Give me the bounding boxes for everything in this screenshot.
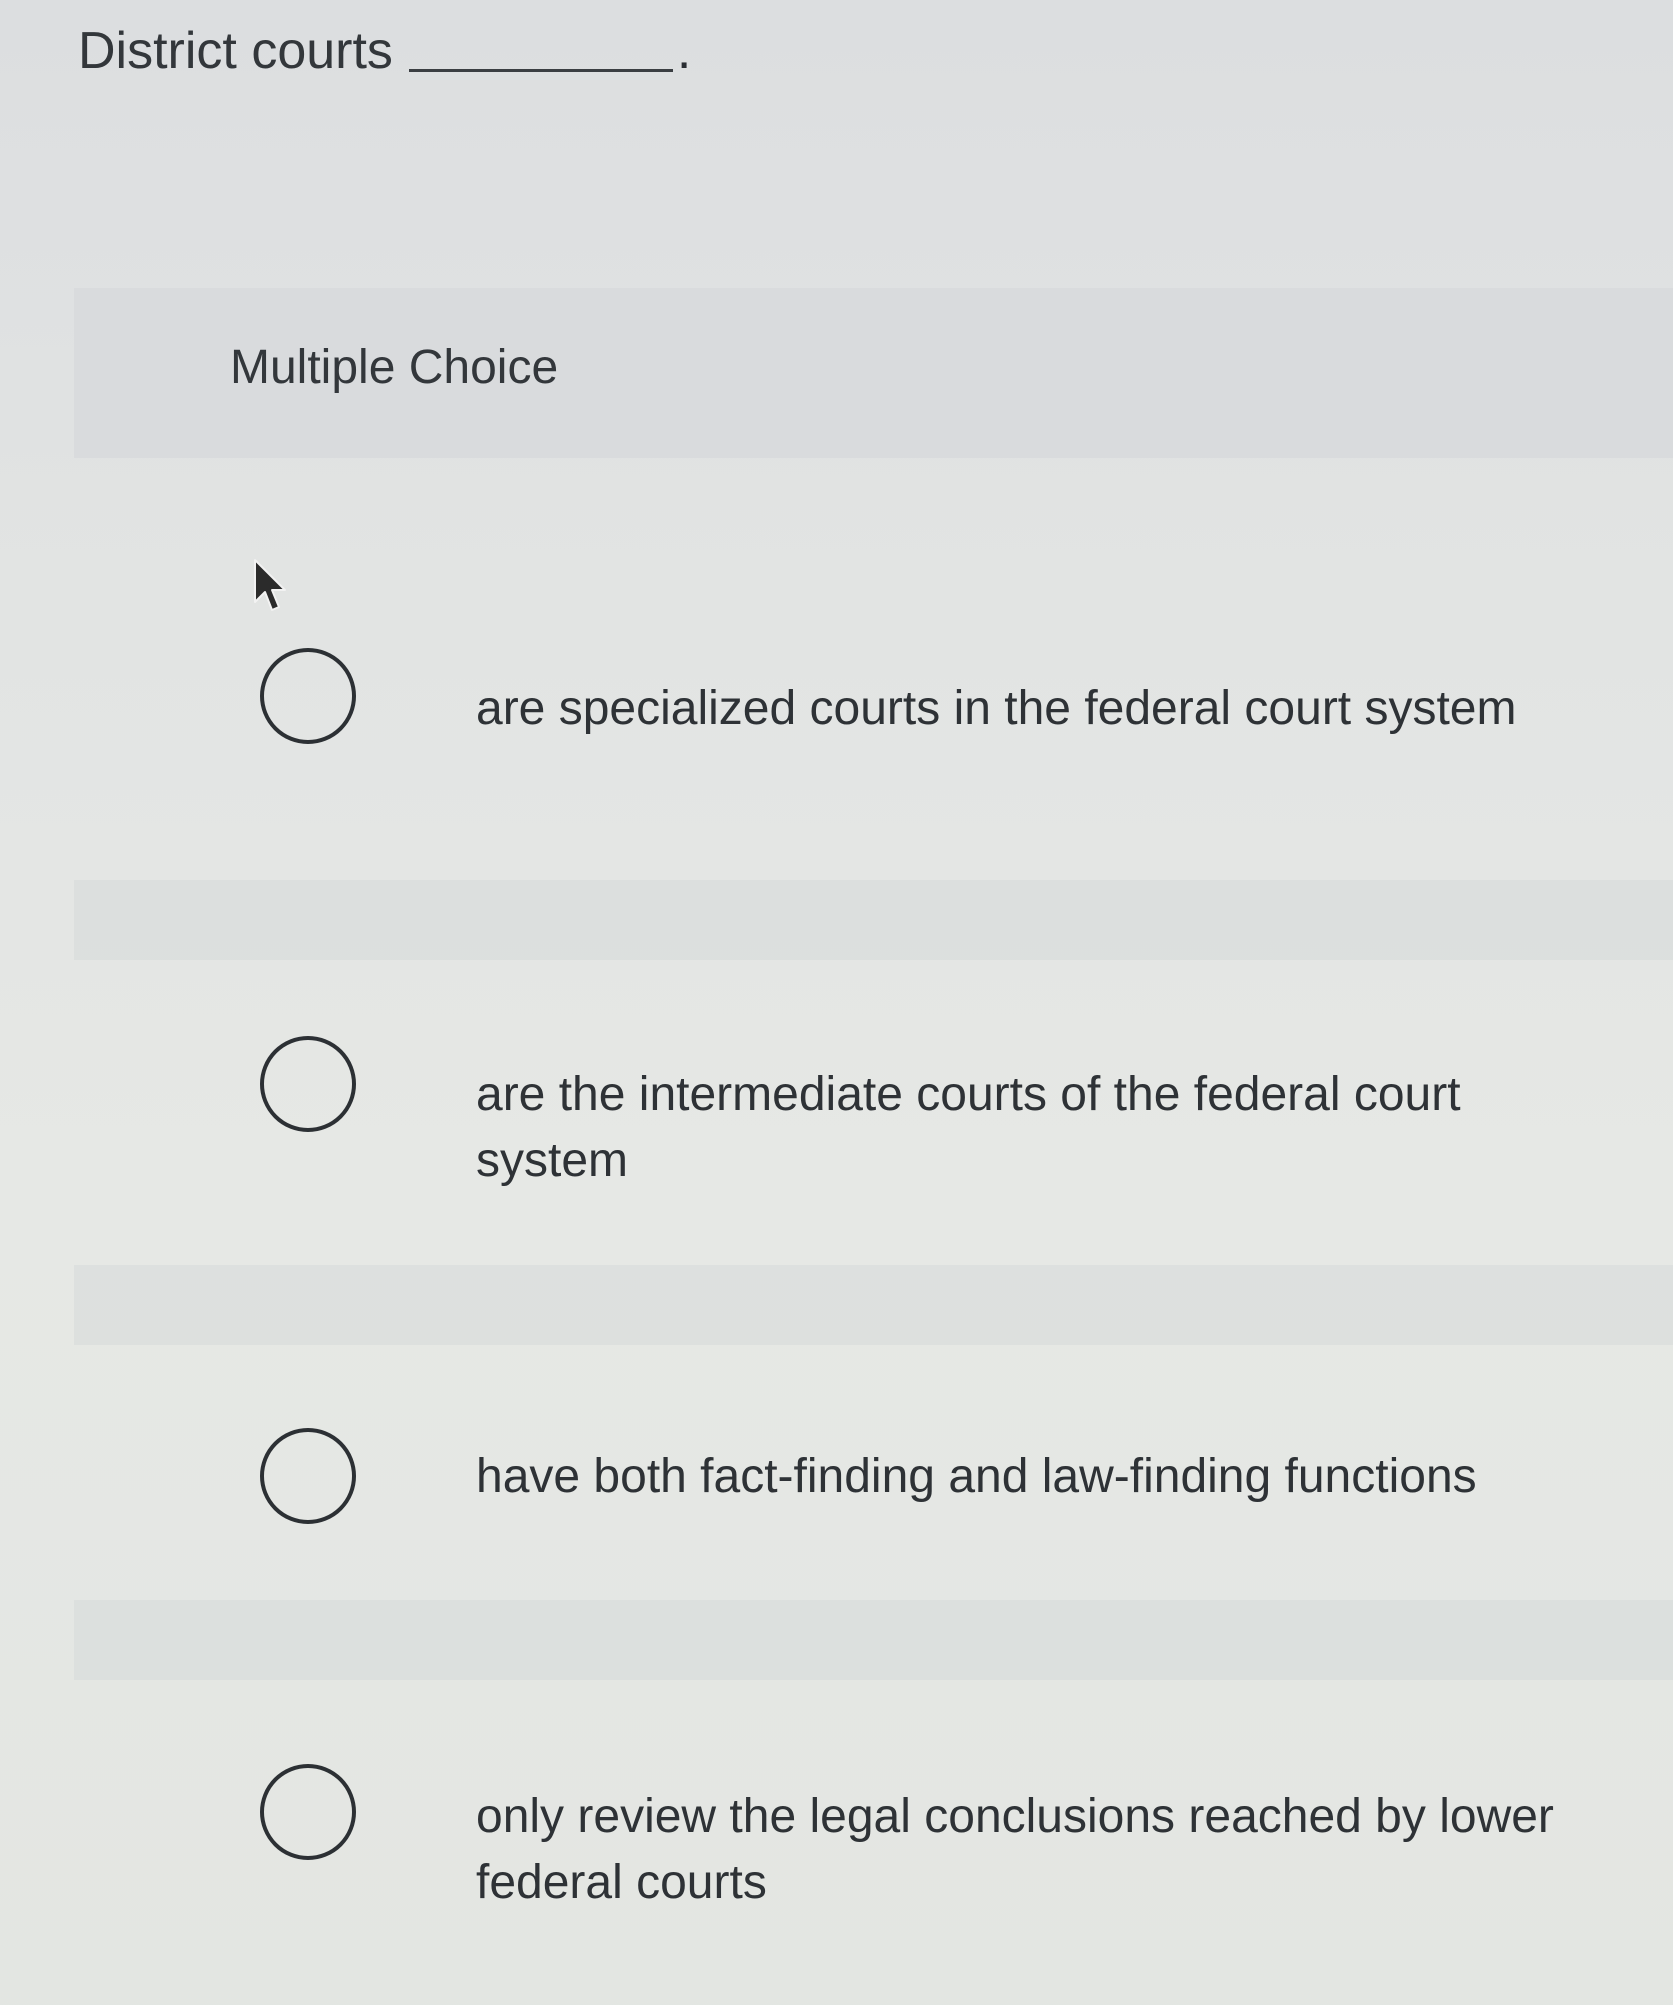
choice-label[interactable]: only review the legal conclusions reache… — [476, 1784, 1556, 1916]
choice-option-1[interactable]: are specialized courts in the federal co… — [240, 648, 1640, 808]
choice-label[interactable]: have both fact-finding and law-finding f… — [476, 1444, 1656, 1510]
choice-option-3[interactable]: have both fact-finding and law-finding f… — [240, 1428, 1640, 1538]
mouse-pointer-icon — [254, 559, 286, 611]
choice-label[interactable]: are specialized courts in the federal co… — [476, 676, 1556, 742]
question-text: District courts — [78, 22, 393, 80]
radio-button-icon[interactable] — [260, 648, 356, 744]
option-divider — [74, 1600, 1673, 1680]
question-type-label: Multiple Choice — [230, 341, 559, 394]
radio-button-icon[interactable] — [260, 1428, 356, 1524]
question-period: . — [676, 22, 692, 80]
radio-button-icon[interactable] — [260, 1764, 356, 1860]
option-divider — [74, 880, 1673, 960]
radio-button-icon[interactable] — [260, 1036, 356, 1132]
choice-label[interactable]: are the intermediate courts of the feder… — [476, 1062, 1556, 1194]
option-divider — [74, 1265, 1673, 1345]
question-stem: District courts . — [78, 18, 691, 84]
answer-blank — [408, 69, 673, 72]
choice-option-4[interactable]: only review the legal conclusions reache… — [240, 1764, 1640, 1924]
choice-option-2[interactable]: are the intermediate courts of the feder… — [240, 1036, 1640, 1196]
